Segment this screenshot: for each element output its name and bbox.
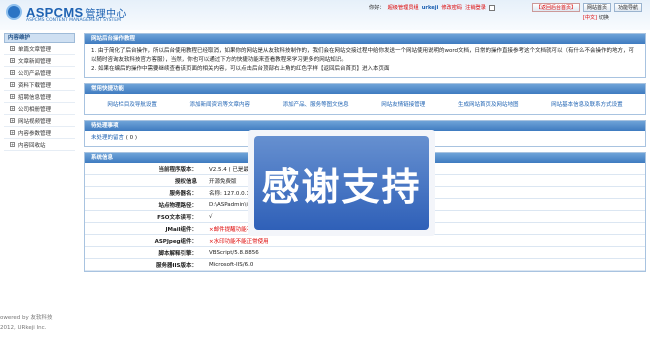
guide-body: 1. 由于简化了后台操作，所以后台使用教程已经取消，如果你的网站是从友软科技制作… <box>85 44 645 77</box>
footer-powered: owered by 友软科技 <box>0 315 53 321</box>
quick-link-add-article[interactable]: 添加新闻资讯等文章内容 <box>189 100 250 108</box>
site-home-button[interactable]: 网站首页 <box>583 3 612 12</box>
plus-icon: + <box>10 70 15 75</box>
sidebar-item-jobs[interactable]: + 招聘信息管理 <box>4 91 75 103</box>
sidebar-item-recycle[interactable]: + 内容回收站 <box>4 139 75 151</box>
thanks-overlay: 感谢支持 <box>248 130 435 236</box>
user-bar: 你好： 超级管理员组 urkeji 修改密码 注销登录 <box>369 4 495 11</box>
quick-link-add-product[interactable]: 添加产品、服务等图文信息 <box>283 100 349 108</box>
guide-paragraph-2: 2. 如果在编后的操作中需要继续查看该页面的相关内容，可以点击后台顶部右上角的红… <box>91 66 390 72</box>
sidebar-item-products[interactable]: + 公司产品管理 <box>4 67 75 79</box>
username: urkeji <box>421 4 439 11</box>
plus-icon: + <box>10 130 15 135</box>
guide-panel: 网站后台操作教程 1. 由于简化了后台操作，所以后台使用教程已经取消，如果你的网… <box>84 33 646 78</box>
pending-messages-count: ( 0 ) <box>125 135 138 141</box>
quick-link-site-info[interactable]: 网站基本信息及联系方式设置 <box>551 100 623 108</box>
logout-link[interactable]: 注销登录 <box>465 4 486 11</box>
plus-icon: + <box>10 46 15 51</box>
sidebar-item-news[interactable]: + 文章新闻管理 <box>4 55 75 67</box>
sidebar-item-videos[interactable]: + 网站视频管理 <box>4 115 75 127</box>
user-role: 超级管理员组 <box>387 5 419 11</box>
top-buttons: 【返回后台首页】 网站首页 功能导航 <box>532 3 643 12</box>
function-nav-button[interactable]: 功能导航 <box>614 3 643 12</box>
sidebar-item-single-article[interactable]: + 单篇文章管理 <box>4 43 75 55</box>
plus-icon: + <box>10 118 15 123</box>
change-password-link[interactable]: 修改密码 <box>441 4 462 11</box>
language-label: [中文] <box>583 15 597 21</box>
quick-link-generate-home[interactable]: 生成网站首页及网站地图 <box>458 100 519 108</box>
sidebar-item-albums[interactable]: + 公司相册管理 <box>4 103 75 115</box>
info-row: 脚本解释引擎： VBScript/5.8.8856 <box>85 247 645 259</box>
checkbox[interactable] <box>488 4 495 11</box>
info-row: 服务器IIS版本： Microsoft-IIS/6.0 <box>85 259 645 271</box>
sidebar-item-downloads[interactable]: + 资料下载管理 <box>4 79 75 91</box>
back-home-button[interactable]: 【返回后台首页】 <box>532 3 581 12</box>
language-switch: [中文] 切换 <box>583 14 609 21</box>
sidebar-title: 内容维护 <box>4 33 75 43</box>
language-switch-link[interactable]: 切换 <box>599 14 609 21</box>
info-row: ASPJpeg组件： ×水印功能不能正常使用 <box>85 235 645 247</box>
greeting: 你好： <box>369 5 385 11</box>
sidebar-item-params[interactable]: + 内容参数管理 <box>4 127 75 139</box>
footer: owered by 友软科技 2012, URkeji Inc. <box>0 313 53 333</box>
pending-messages-link[interactable]: 未处理的留言 <box>91 135 124 141</box>
quick-links: 网站栏目及导航设置 添加新闻资讯等文章内容 添加产品、服务等图文信息 网站友情链… <box>85 94 645 114</box>
quick-link-nav[interactable]: 网站栏目及导航设置 <box>107 100 157 108</box>
plus-icon: + <box>10 58 15 63</box>
quick-link-friend-links[interactable]: 网站友情链接管理 <box>381 100 425 108</box>
plus-icon: + <box>10 142 15 147</box>
logo-subtitle: ASPCMS CONTENT MANAGEMENT SYSTEM <box>26 18 122 23</box>
logo-mark-icon <box>6 4 22 20</box>
footer-copyright: 2012, URkeji Inc. <box>0 325 47 331</box>
plus-icon: + <box>10 106 15 111</box>
guide-paragraph-1: 1. 由于简化了后台操作，所以后台使用教程已经取消，如果你的网站是从友软科技制作… <box>91 48 635 63</box>
plus-icon: + <box>10 94 15 99</box>
thanks-overlay-inner: 感谢支持 <box>254 136 429 230</box>
quick-panel: 常用快捷功能 网站栏目及导航设置 添加新闻资讯等文章内容 添加产品、服务等图文信… <box>84 83 646 115</box>
top-header: ASPCMS 管理中心 ASPCMS CONTENT MANAGEMENT SYS… <box>0 0 650 30</box>
thanks-text: 感谢支持 <box>261 164 422 209</box>
quick-title: 常用快捷功能 <box>85 84 645 94</box>
sidebar: 内容维护 + 单篇文章管理 + 文章新闻管理 + 公司产品管理 + 资料下载管理 + 招聘… <box>4 33 75 151</box>
guide-title: 网站后台操作教程 <box>85 34 645 44</box>
plus-icon: + <box>10 82 15 87</box>
